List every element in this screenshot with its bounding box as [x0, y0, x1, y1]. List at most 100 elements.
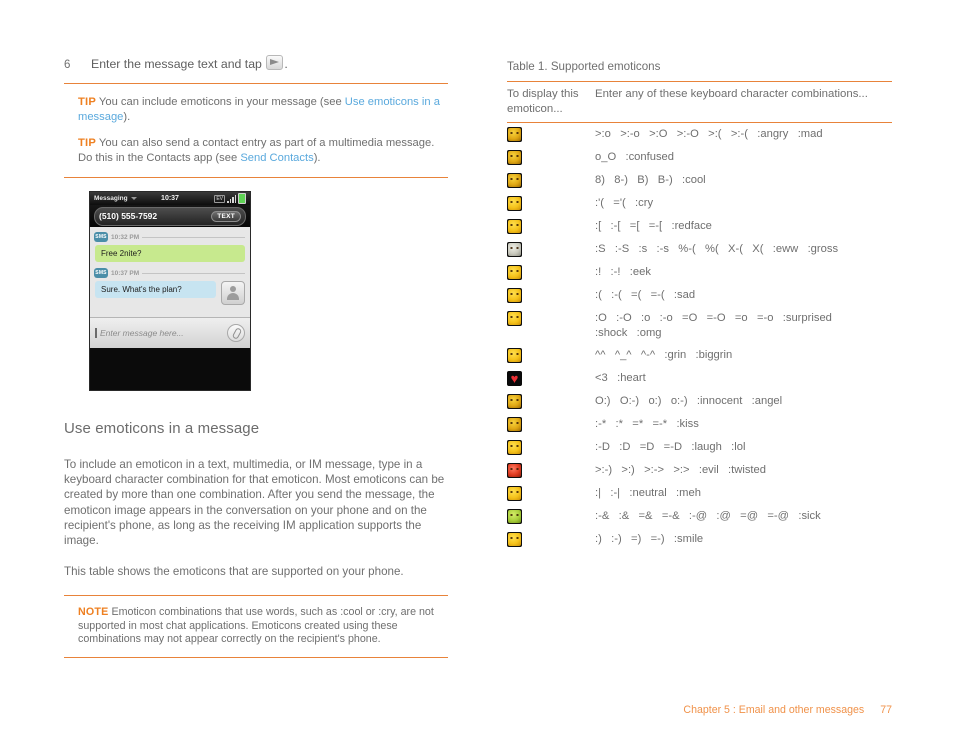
- combinations-cell: O:) O:-) o:) o:-) :innocent :angel: [595, 395, 783, 407]
- combinations-cell: :| :-| :neutral :meh: [595, 487, 701, 499]
- paperclip-icon[interactable]: [227, 324, 245, 342]
- emoticon-eek-icon: [507, 265, 522, 280]
- sms-badge-icon: SMS: [94, 268, 108, 278]
- signal-bars-icon: [227, 194, 236, 203]
- step-6: 6 Enter the message text and tap .: [64, 55, 448, 73]
- section-body: To include an emoticon in a text, multim…: [64, 457, 446, 595]
- table-caption: Table 1. Supported emoticons: [507, 60, 661, 73]
- phone-screenshot: Messaging 10:37 EV (510) 555-7592 TEXT S…: [89, 191, 251, 391]
- emoticon-innocent-icon: [507, 394, 522, 409]
- table-header-row: To display this emoticon... Enter any of…: [507, 81, 892, 123]
- emoticon-cell: [507, 238, 595, 261]
- table-row: :O :-O :o :-o =O =-O =o =-o :surprised :…: [507, 307, 892, 344]
- footer-chapter: Chapter 5 : Email and other messages: [683, 704, 865, 716]
- phone-message-bubble: Free 2nite?: [95, 245, 245, 262]
- emoticon-smile-icon: [507, 532, 522, 547]
- note-label: NOTE: [78, 606, 109, 618]
- tip-item: TIP You can include emoticons in your me…: [78, 95, 448, 124]
- emoticon-evil-icon: [507, 463, 522, 478]
- phone-message-time: 10:32 PM: [111, 233, 140, 241]
- divider-top: [64, 83, 448, 84]
- sms-badge-icon: SMS: [94, 232, 108, 242]
- emoticon-cell: [507, 367, 595, 390]
- step-text-before: Enter the message text and tap: [91, 57, 262, 71]
- table-body: >:o >:-o >:O >:-O >:( >:-( :angry :mad o…: [507, 123, 892, 552]
- emoticon-laugh-icon: [507, 440, 522, 455]
- table-row: :| :-| :neutral :meh: [507, 482, 892, 505]
- right-column: Table 1. Supported emoticons To display …: [507, 60, 892, 551]
- emoticon-gross-icon: [507, 242, 522, 257]
- phone-contact-number: (510) 555-7592: [99, 211, 158, 221]
- table-row: :! :-! :eek: [507, 261, 892, 284]
- send-message-icon: [266, 55, 284, 70]
- emoticon-cell: [507, 123, 595, 147]
- combinations-cell: <3 :heart: [595, 372, 646, 384]
- left-column: 6 Enter the message text and tap . TIP Y…: [64, 55, 448, 178]
- table-row: :-* :* =* =-* :kiss: [507, 413, 892, 436]
- supported-emoticons-table: To display this emoticon... Enter any of…: [507, 81, 892, 551]
- battery-icon: [238, 193, 246, 204]
- emoticon-cool-icon: [507, 173, 522, 188]
- avatar: [221, 281, 245, 305]
- combinations-cell: o_O :confused: [595, 151, 674, 163]
- emoticon-neutral-icon: [507, 486, 522, 501]
- phone-message-bubble: Sure. What's the plan?: [95, 281, 216, 298]
- note-divider-bottom: [64, 656, 448, 658]
- table-row: :'( ='( :cry: [507, 192, 892, 215]
- emoticon-angry-icon: [507, 127, 522, 142]
- separator-line: [142, 272, 245, 274]
- emoticon-cell: [507, 146, 595, 169]
- emoticon-cell: [507, 261, 595, 284]
- combinations-cell: :'( ='( :cry: [595, 197, 654, 209]
- emoticon-cell: [507, 192, 595, 215]
- emoticon-cell: [507, 169, 595, 192]
- phone-text-mode-button[interactable]: TEXT: [211, 210, 241, 222]
- emoticon-cell: [507, 390, 595, 413]
- tip-text-end: ).: [123, 110, 131, 123]
- emoticon-grin-icon: [507, 348, 522, 363]
- tip-link[interactable]: Send Contacts: [240, 152, 313, 164]
- emoticon-confused-icon: [507, 150, 522, 165]
- emoticon-cell: [507, 482, 595, 505]
- phone-message-separator: SMS 10:37 PM: [90, 266, 250, 279]
- note-block: NOTE Emoticon combinations that use word…: [64, 595, 448, 658]
- emoticon-cry-icon: [507, 196, 522, 211]
- phone-network-label: EV: [214, 194, 225, 203]
- emoticon-sad-icon: [507, 288, 522, 303]
- emoticon-redface-icon: [507, 219, 522, 234]
- phone-message-input[interactable]: Enter message here...: [95, 328, 227, 338]
- combinations-cell: >:o >:-o >:O >:-O >:( >:-( :angry :mad: [595, 128, 823, 140]
- phone-compose-bar[interactable]: Enter message here...: [90, 317, 250, 348]
- combinations-cell: :-D :D =D =-D :laugh :lol: [595, 441, 746, 453]
- phone-contact-pill[interactable]: (510) 555-7592 TEXT: [94, 206, 246, 226]
- emoticon-heart-icon: [507, 371, 522, 386]
- phone-message-time: 10:37 PM: [111, 269, 140, 277]
- emoticon-cell: [507, 528, 595, 551]
- emoticon-cell: [507, 436, 595, 459]
- emoticon-surprised-icon: [507, 311, 522, 326]
- emoticon-cell: [507, 459, 595, 482]
- tip-label: TIP: [78, 137, 97, 149]
- combinations-cell: :-& :& =& =-& :-@ :@ =@ =-@ :sick: [595, 510, 821, 522]
- tip-item: TIP You can also send a contact entry as…: [78, 136, 448, 165]
- combinations-cell: :S :-S :s :-s %-( %( X-( X( :eww :gross: [595, 243, 839, 255]
- separator-line: [142, 236, 245, 238]
- phone-message-separator: SMS 10:32 PM: [90, 230, 250, 243]
- step-number: 6: [64, 59, 71, 71]
- table-row: >:-) >:) >:-> >:> :evil :twisted: [507, 459, 892, 482]
- combinations-cell: :[ :-[ =[ =-[ :redface: [595, 220, 712, 232]
- divider-below-tips: [64, 177, 448, 178]
- paragraph: This table shows the emoticons that are …: [64, 565, 404, 579]
- step-text: Enter the message text and tap .: [91, 55, 288, 72]
- emoticon-cell: [507, 413, 595, 436]
- tip-text-end: ).: [313, 151, 321, 164]
- emoticon-kiss-icon: [507, 417, 522, 432]
- table-row: o_O :confused: [507, 146, 892, 169]
- emoticon-cell: [507, 284, 595, 307]
- note-text: Emoticon combinations that use words, su…: [78, 606, 434, 645]
- combinations-cell: :O :-O :o :-o =O =-O =o =-o :surprised :…: [595, 312, 832, 339]
- emoticon-cell: [507, 215, 595, 238]
- column-header-combinations: Enter any of these keyboard character co…: [595, 81, 892, 123]
- table-row: :[ :-[ =[ =-[ :redface: [507, 215, 892, 238]
- section-heading: Use emoticons in a message: [64, 420, 260, 437]
